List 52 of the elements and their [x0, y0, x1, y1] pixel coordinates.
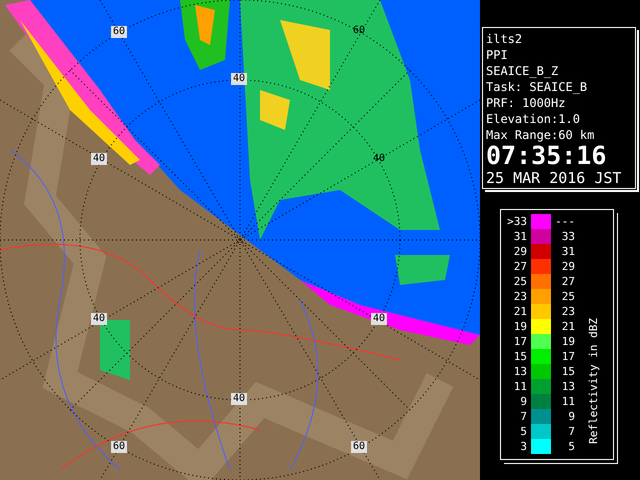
legend-value: ---	[554, 214, 575, 229]
legend-value: 23	[512, 289, 527, 304]
legend-value: 19	[560, 334, 575, 349]
legend-value: 23	[560, 304, 575, 319]
legend-value: 29	[560, 259, 575, 274]
legend-value: 13	[560, 379, 575, 394]
legend-value: 31	[560, 244, 575, 259]
info-line: PPI	[486, 47, 509, 63]
range-label: 60	[351, 441, 368, 453]
legend-value: 5	[567, 439, 575, 454]
info-line: SEAICE_B_Z	[486, 63, 560, 79]
range-label: 40	[91, 153, 108, 165]
range-label: 60	[111, 441, 128, 453]
range-label: 40	[91, 313, 108, 325]
scan-date: 25 MAR 2016 JST	[486, 169, 622, 187]
legend-value: 9	[519, 394, 527, 409]
range-label: 40	[372, 153, 386, 165]
range-label: 40	[231, 73, 248, 85]
legend-value: 9	[567, 409, 575, 424]
info-line: Elevation:1.0	[486, 111, 581, 127]
info-line: Task: SEAICE_B	[486, 79, 588, 95]
legend-value: 17	[512, 334, 527, 349]
range-label: 40	[231, 393, 248, 405]
legend-value: >33	[506, 214, 527, 229]
scan-time: 07:35:16	[486, 143, 608, 169]
legend-value: 27	[560, 274, 575, 289]
legend-value: 7	[567, 424, 575, 439]
info-line: ilts2	[486, 31, 524, 47]
legend-value: 15	[560, 364, 575, 379]
legend-value: 13	[512, 364, 527, 379]
legend-title: Reflectivity in dBZ	[587, 318, 600, 444]
legend-value: 25	[512, 274, 527, 289]
legend-value: 17	[560, 349, 575, 364]
info-line: Max Range:60 km	[486, 127, 596, 143]
range-label: 60	[111, 26, 128, 38]
legend-value: 11	[560, 394, 575, 409]
legend-value: 21	[512, 304, 527, 319]
legend-value: 3	[519, 439, 527, 454]
legend-value: 31	[512, 229, 527, 244]
legend-value: 21	[560, 319, 575, 334]
info-line: PRF: 1000Hz	[486, 95, 566, 111]
legend-value: 29	[512, 244, 527, 259]
legend-value: 25	[560, 289, 575, 304]
legend-value: 27	[512, 259, 527, 274]
legend-value: 11	[512, 379, 527, 394]
legend-value: 15	[512, 349, 527, 364]
legend-value: 7	[519, 409, 527, 424]
legend-value: 5	[519, 424, 527, 439]
legend-value: 33	[560, 229, 575, 244]
range-label: 60	[352, 25, 366, 37]
legend-value: 19	[512, 319, 527, 334]
range-label: 40	[371, 313, 388, 325]
